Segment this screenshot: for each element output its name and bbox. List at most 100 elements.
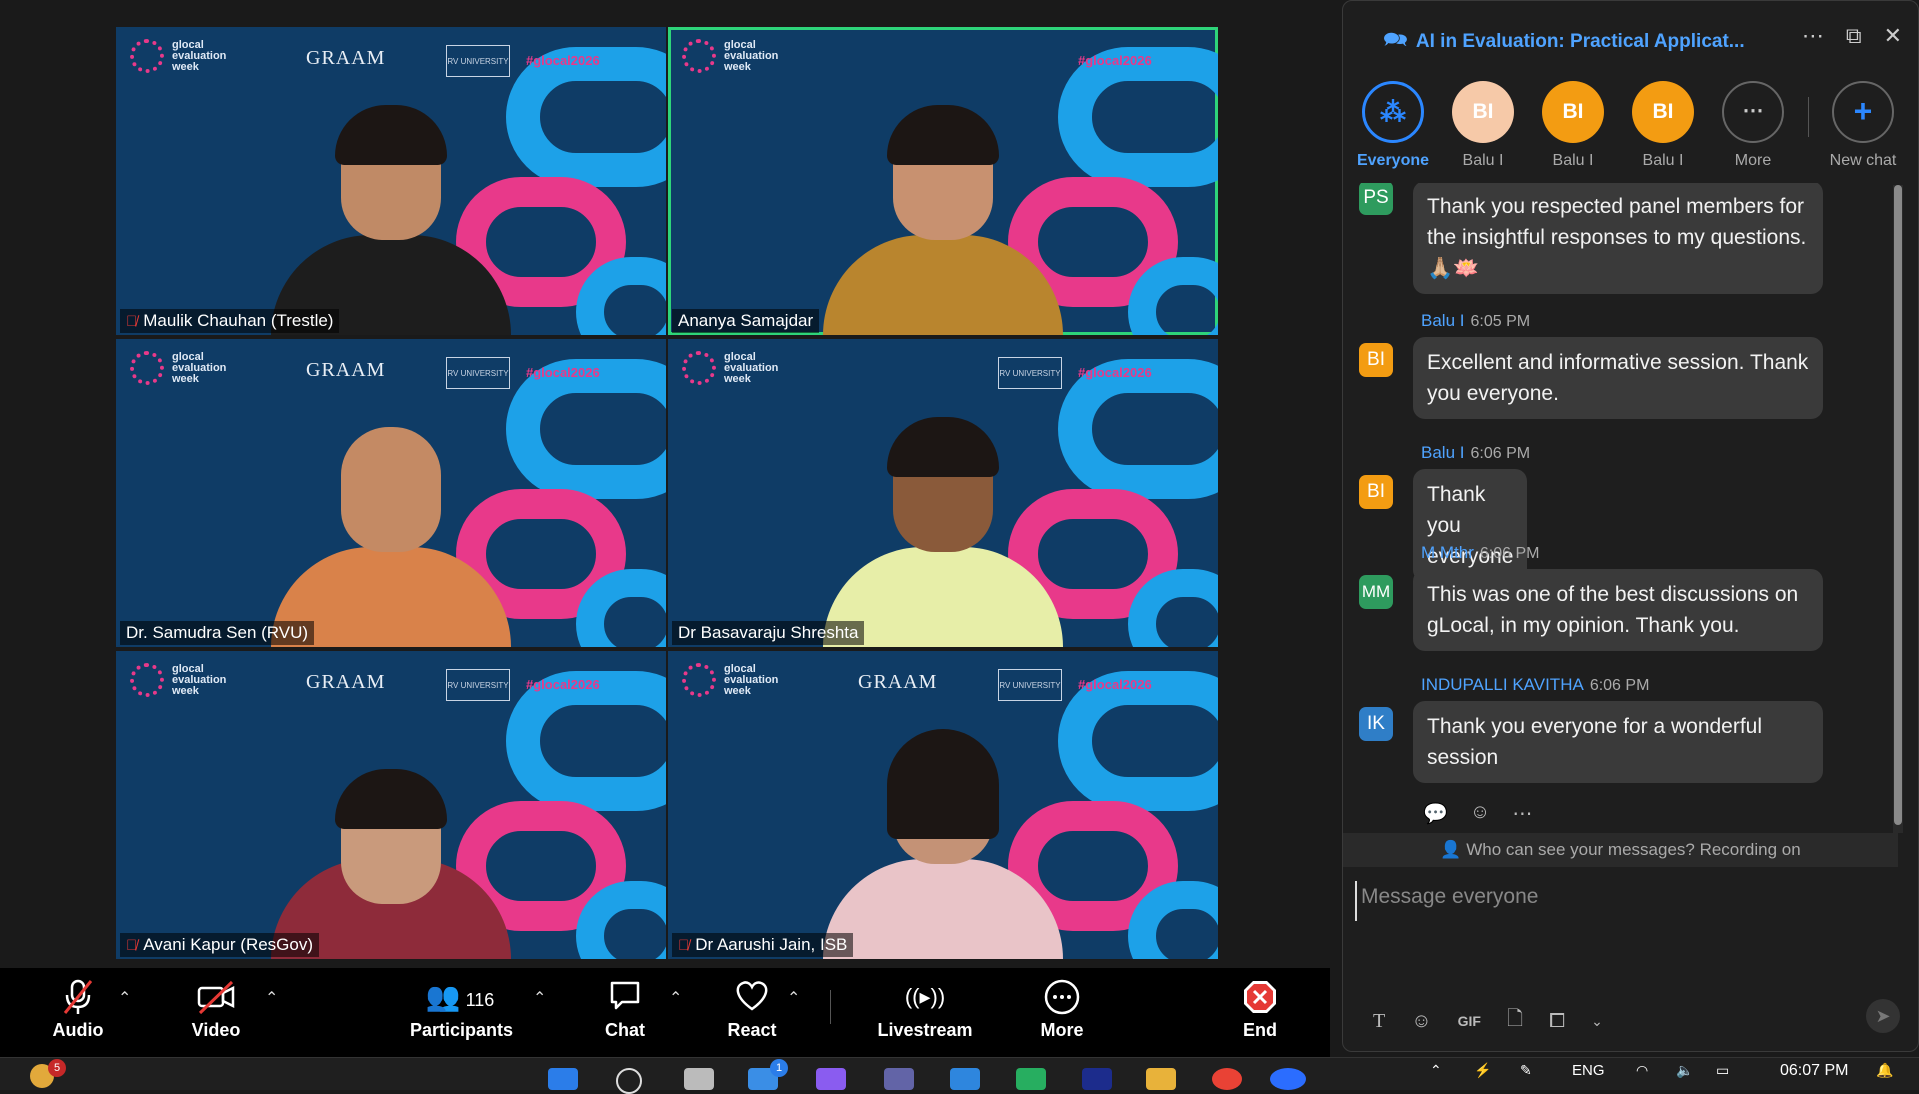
video-tile[interactable]: glocal evaluation week GRAAM RV UNIVERSITY… <box>116 27 666 335</box>
video-tile[interactable]: glocal evaluation week RV UNIVERSITY #gloc… <box>668 339 1218 647</box>
recipient-item[interactable]: BI Balu I <box>1443 81 1523 170</box>
meeting-toolbar: Audio ⌃ Video ⌃ 👥 116 Participants ⌃ Cha… <box>0 968 1330 1057</box>
sender-avatar: BI <box>1359 343 1393 377</box>
rv-logo: RV UNIVERSITY <box>446 669 510 701</box>
video-grid: glocal evaluation week GRAAM RV UNIVERSITY… <box>0 0 1330 968</box>
sender-name: M Mthr <box>1421 543 1474 562</box>
chrome-icon[interactable] <box>1212 1068 1242 1090</box>
rv-logo: RV UNIVERSITY <box>446 45 510 77</box>
app-icon[interactable] <box>1082 1068 1112 1090</box>
message-list: PS Thank you respected panel members for… <box>1343 183 1898 831</box>
livestream-button[interactable]: ((▸)) Livestream <box>875 978 975 1041</box>
mic-muted-icon: 🎙̸ <box>126 936 138 954</box>
participants-icon: 👥 <box>425 981 461 1012</box>
rv-logo: RV UNIVERSITY <box>446 357 510 389</box>
video-tile[interactable]: glocal evaluation week GRAAM RV UNIVERSITY… <box>116 339 666 647</box>
message-more-icon[interactable]: ⋯ <box>1512 801 1532 826</box>
toolbar-divider <box>830 990 831 1024</box>
audio-button[interactable]: Audio <box>48 978 108 1041</box>
hashtag: #glocal2026 <box>526 53 600 68</box>
glocal-logo: glocal evaluation week <box>682 39 778 73</box>
glocal-logo: glocal evaluation week <box>130 39 226 73</box>
video-tile[interactable]: glocal evaluation week GRAAM RV UNIVERSITY… <box>668 651 1218 959</box>
new-chat-button[interactable]: + New chat <box>1823 81 1903 170</box>
hashtag: #glocal2026 <box>1078 365 1152 380</box>
sender-avatar: IK <box>1359 707 1393 741</box>
participant-video <box>823 417 1063 647</box>
graam-logo: GRAAM <box>306 47 386 69</box>
participants-options-chevron-icon[interactable]: ⌃ <box>533 988 546 1008</box>
search-icon[interactable] <box>616 1068 642 1094</box>
chat-icon <box>595 978 655 1016</box>
more-chevron-icon[interactable]: ⌄ <box>1591 1013 1603 1030</box>
format-text-icon[interactable]: T <box>1373 1010 1385 1033</box>
tray-chevron-icon[interactable]: ⌃ <box>1430 1062 1442 1079</box>
participants-count: 116 <box>465 990 495 1010</box>
wifi-icon[interactable]: ◠ <box>1636 1062 1648 1079</box>
more-icon: ⋯ <box>1722 81 1784 143</box>
task-view-icon[interactable] <box>684 1068 714 1090</box>
graam-logo: GRAAM <box>858 671 938 693</box>
recipient-item[interactable]: BI Balu I <box>1533 81 1613 170</box>
app-icon[interactable] <box>816 1068 846 1090</box>
sender-avatar: PS <box>1359 183 1393 215</box>
excel-icon[interactable] <box>1016 1068 1046 1090</box>
chat-more-options-icon[interactable]: ⋯ <box>1802 23 1824 49</box>
video-button[interactable]: Video <box>186 978 246 1041</box>
composer-toolbar: T ☺ GIF 🗋 ⧠ ⌄ <box>1373 1004 1603 1038</box>
more-button[interactable]: More <box>1032 978 1092 1041</box>
reply-icon[interactable]: 💬 <box>1423 801 1448 826</box>
start-icon[interactable] <box>548 1068 578 1090</box>
rv-logo: RV UNIVERSITY <box>998 357 1062 389</box>
message-text: This was one of the best discussions on … <box>1413 569 1823 651</box>
audio-options-chevron-icon[interactable]: ⌃ <box>118 988 131 1008</box>
react-button[interactable]: React <box>722 978 782 1041</box>
recipient-bar: ⁂ Everyone BI Balu I BI Balu I BI Balu I… <box>1353 81 1913 181</box>
file-explorer-icon[interactable] <box>1146 1068 1176 1090</box>
participant-name: 🎙̸ Avani Kapur (ResGov) <box>120 933 320 957</box>
close-icon[interactable]: ✕ <box>1884 23 1902 49</box>
file-icon[interactable]: 🗋 <box>1507 1004 1523 1038</box>
volume-icon[interactable]: 🔈 <box>1676 1062 1693 1079</box>
pop-out-icon[interactable]: ⧉ <box>1846 23 1862 49</box>
message-input[interactable]: Message everyone <box>1355 881 1901 921</box>
participant-name: 🎙̸ Maulik Chauhan (Trestle) <box>120 309 340 333</box>
participant-name: Ananya Samajdar <box>672 309 820 333</box>
recipient-more[interactable]: ⋯ More <box>1713 81 1793 170</box>
todo-icon[interactable] <box>950 1068 980 1090</box>
recipient-everyone[interactable]: ⁂ Everyone <box>1353 81 1433 170</box>
participants-button[interactable]: 👥 116 Participants <box>410 978 513 1041</box>
teams-icon[interactable] <box>884 1068 914 1090</box>
pen-icon[interactable]: ✎ <box>1520 1062 1532 1079</box>
network-icon[interactable]: ⚡ <box>1474 1062 1491 1079</box>
notification-center-icon[interactable]: 🔔 <box>1876 1062 1893 1079</box>
gif-icon[interactable]: GIF <box>1458 1013 1481 1029</box>
end-meeting-button[interactable]: End <box>1230 978 1290 1041</box>
mail-badge: 1 <box>770 1059 788 1077</box>
notification-badge: 5 <box>48 1059 66 1077</box>
graam-logo: GRAAM <box>306 359 386 381</box>
send-icon[interactable]: ➤ <box>1866 999 1900 1033</box>
video-tile[interactable]: glocal evaluation week GRAAM RV UNIVERSITY… <box>116 651 666 959</box>
participant-name: Dr Basavaraju Shreshta <box>672 621 865 645</box>
screenshot-icon[interactable]: ⧠ <box>1549 1010 1565 1033</box>
message-text: Thank you everyone <box>1413 469 1528 582</box>
video-options-chevron-icon[interactable]: ⌃ <box>265 988 278 1008</box>
graam-logo: GRAAM <box>306 671 386 693</box>
battery-icon[interactable]: ▭ <box>1716 1062 1729 1079</box>
zoom-icon[interactable] <box>1270 1068 1306 1090</box>
mic-muted-icon: 🎙̸ <box>678 936 690 954</box>
language-indicator[interactable]: ENG <box>1572 1062 1605 1079</box>
clock-time[interactable]: 06:07 PM <box>1780 1062 1848 1080</box>
participant-video <box>271 769 511 959</box>
emoji-icon[interactable]: ☺ <box>1411 1010 1431 1033</box>
video-tile-active-speaker[interactable]: glocal evaluation week #glocal2026 Ananya … <box>668 27 1218 335</box>
hashtag: #glocal2026 <box>1078 53 1152 68</box>
visibility-notice[interactable]: 👤 Who can see your messages? Recording o… <box>1343 833 1898 867</box>
recipient-item[interactable]: BI Balu I <box>1623 81 1703 170</box>
chat-options-chevron-icon[interactable]: ⌃ <box>669 988 682 1008</box>
chat-scrollbar[interactable] <box>1893 185 1903 833</box>
react-options-chevron-icon[interactable]: ⌃ <box>787 988 800 1008</box>
chat-button[interactable]: Chat <box>595 978 655 1041</box>
add-reaction-icon[interactable]: ☺ <box>1470 801 1490 826</box>
